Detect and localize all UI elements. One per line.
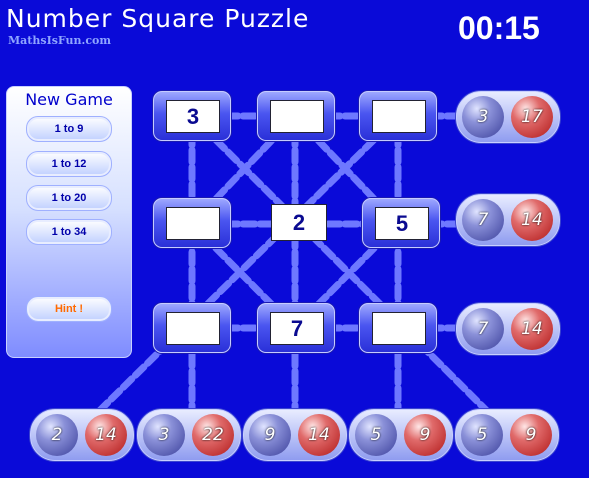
target-sum-ball: 14 xyxy=(85,414,127,456)
cell-value[interactable]: 5 xyxy=(375,207,429,240)
target-sum-ball: 9 xyxy=(510,414,552,456)
panel-title: New Game xyxy=(25,90,113,109)
grid-cell-r3c1[interactable] xyxy=(153,303,231,353)
grid-cell-r1c3[interactable] xyxy=(359,91,437,141)
diagonal-left-target: 2 14 xyxy=(30,409,134,461)
new-game-1-to-12-button[interactable]: 1 to 12 xyxy=(26,151,112,177)
grid-cell-r2c3[interactable]: 5 xyxy=(362,198,440,248)
new-game-1-to-9-button[interactable]: 1 to 9 xyxy=(26,116,112,142)
grid-cell-r2c2[interactable]: 2 xyxy=(257,198,333,246)
grid-cell-r1c1[interactable]: 3 xyxy=(153,91,231,141)
new-game-1-to-34-button[interactable]: 1 to 34 xyxy=(26,219,112,245)
grid-cell-r3c3[interactable] xyxy=(359,303,437,353)
target-sum-ball: 14 xyxy=(511,308,553,350)
cell-value[interactable] xyxy=(372,312,426,345)
diagonal-right-target: 5 9 xyxy=(455,409,559,461)
target-sum-ball: 14 xyxy=(298,414,340,456)
target-sum-ball: 9 xyxy=(404,414,446,456)
row-2-target: 7 14 xyxy=(456,194,560,246)
target-count-ball: 2 xyxy=(36,414,78,456)
hint-button[interactable]: Hint ! xyxy=(26,296,112,322)
cell-value[interactable]: 3 xyxy=(166,100,220,133)
row-1-target: 3 17 xyxy=(456,91,560,143)
target-sum-ball: 14 xyxy=(511,199,553,241)
target-count-ball: 7 xyxy=(462,308,504,350)
cell-value[interactable] xyxy=(372,100,426,133)
target-count-ball: 7 xyxy=(462,199,504,241)
cell-value[interactable] xyxy=(270,100,324,133)
new-game-panel: New Game 1 to 9 1 to 12 1 to 20 1 to 34 … xyxy=(6,86,132,358)
new-game-1-to-20-button[interactable]: 1 to 20 xyxy=(26,185,112,211)
column-3-target: 5 9 xyxy=(349,409,453,461)
grid-cell-r1c2[interactable] xyxy=(257,91,335,141)
target-count-ball: 5 xyxy=(461,414,503,456)
target-count-ball: 3 xyxy=(462,96,504,138)
cell-value[interactable]: 2 xyxy=(271,204,327,241)
target-sum-ball: 22 xyxy=(192,414,234,456)
column-2-target: 9 14 xyxy=(243,409,347,461)
target-count-ball: 9 xyxy=(249,414,291,456)
grid-cell-r3c2[interactable]: 7 xyxy=(257,303,335,353)
brand-link[interactable]: MathsIsFun.com xyxy=(8,34,111,47)
timer-display: 00:15 xyxy=(458,10,540,46)
target-count-ball: 3 xyxy=(143,414,185,456)
cell-value[interactable]: 7 xyxy=(270,312,324,345)
cell-value[interactable] xyxy=(166,207,220,240)
row-3-target: 7 14 xyxy=(456,303,560,355)
game-stage: Number Square Puzzle MathsIsFun.com 00:1… xyxy=(0,0,589,478)
page-title: Number Square Puzzle xyxy=(6,4,310,33)
target-count-ball: 5 xyxy=(355,414,397,456)
target-sum-ball: 17 xyxy=(511,96,553,138)
cell-value[interactable] xyxy=(166,312,220,345)
grid-cell-r2c1[interactable] xyxy=(153,198,231,248)
column-1-target: 3 22 xyxy=(137,409,241,461)
